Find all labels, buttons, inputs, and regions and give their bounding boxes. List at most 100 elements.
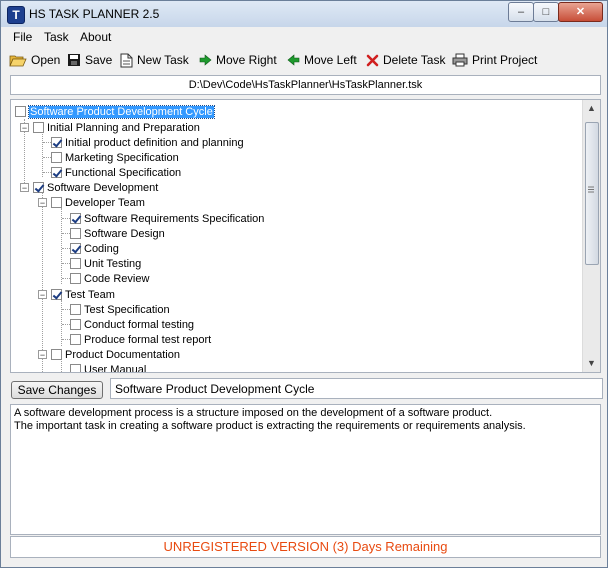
task-checkbox[interactable]	[70, 213, 81, 224]
tree-node-label: Product Documentation	[65, 348, 180, 361]
task-checkbox[interactable]	[51, 167, 62, 178]
expand-toggle[interactable]: −	[38, 290, 47, 300]
task-checkbox[interactable]	[51, 152, 62, 163]
new-task-label: New Task	[137, 53, 189, 67]
tree-node-label: Initial product definition and planning	[65, 136, 244, 149]
tree-node[interactable]: Test Specification	[70, 302, 170, 317]
tree-node[interactable]: Code Review	[70, 271, 149, 286]
scroll-up-arrow-icon[interactable]: ▲	[583, 100, 600, 117]
close-button[interactable]: ✕	[558, 2, 603, 22]
arrow-right-icon	[199, 54, 212, 66]
file-path-field: D:\Dev\Code\HsTaskPlanner\HsTaskPlanner.…	[10, 75, 601, 95]
task-checkbox[interactable]	[51, 137, 62, 148]
tree-node[interactable]: Software Requirements Specification	[70, 211, 264, 226]
move-right-button[interactable]: Move Right	[199, 51, 277, 69]
print-project-label: Print Project	[472, 53, 538, 67]
tree-connector	[42, 132, 43, 177]
save-button[interactable]: Save	[67, 51, 112, 69]
tree-node[interactable]: Marketing Specification	[51, 150, 179, 165]
task-checkbox[interactable]	[51, 197, 62, 208]
task-name-input[interactable]	[110, 378, 603, 399]
expand-toggle[interactable]: −	[38, 350, 47, 360]
tree-node-label: Software Requirements Specification	[84, 212, 265, 225]
open-button[interactable]: Open	[9, 51, 60, 69]
tree-node[interactable]: Software Development	[33, 180, 158, 195]
tree-node-label: Marketing Specification	[65, 151, 179, 164]
tree-node[interactable]: Software Product Development Cycle	[15, 104, 215, 119]
task-checkbox[interactable]	[33, 182, 44, 193]
expand-toggle[interactable]: −	[20, 123, 29, 133]
tree-node-label: Code Review	[84, 272, 150, 285]
tree-node[interactable]: Developer Team	[51, 195, 145, 210]
expand-toggle[interactable]: −	[38, 198, 47, 208]
task-checkbox[interactable]	[70, 258, 81, 269]
expand-toggle[interactable]: −	[20, 183, 29, 193]
tree-connector	[43, 157, 51, 158]
arrow-left-icon	[287, 54, 300, 66]
tree-node[interactable]: Coding	[70, 241, 119, 256]
tree-connector	[62, 339, 70, 340]
tree-node[interactable]: Initial Planning and Preparation	[33, 120, 200, 135]
scroll-down-arrow-icon[interactable]: ▼	[583, 355, 600, 372]
task-checkbox[interactable]	[51, 349, 62, 360]
move-left-label: Move Left	[304, 53, 357, 67]
tree-node[interactable]: Unit Testing	[70, 256, 141, 271]
task-checkbox[interactable]	[70, 273, 81, 284]
printer-icon	[452, 53, 468, 67]
task-checkbox[interactable]	[70, 228, 81, 239]
task-tree[interactable]: − − − − − Software Product Development C…	[10, 99, 601, 373]
app-logo-icon: T	[7, 6, 25, 24]
tree-node-label: Functional Specification	[65, 166, 182, 179]
save-changes-button[interactable]: Save Changes	[11, 381, 103, 399]
tree-connector	[62, 309, 70, 310]
tree-node[interactable]: Product Documentation	[51, 347, 180, 362]
tree-node-label: Software Product Development Cycle	[28, 104, 215, 119]
tree-scrollbar[interactable]: ▲ ▼	[582, 100, 600, 372]
toolbar: Open Save New Task Move Right Move Left …	[1, 48, 607, 72]
tree-node[interactable]: Initial product definition and planning	[51, 135, 244, 150]
title-bar[interactable]: T HS TASK PLANNER 2.5 – □ ✕	[1, 1, 607, 27]
menu-task[interactable]: Task	[44, 30, 69, 44]
floppy-disk-icon	[68, 54, 80, 66]
tree-node[interactable]: Software Design	[70, 226, 165, 241]
move-left-button[interactable]: Move Left	[287, 51, 357, 69]
tree-node-label: Developer Team	[65, 196, 145, 209]
tree-node[interactable]: User Manual	[70, 362, 146, 372]
tree-node-label: Conduct formal testing	[84, 318, 195, 331]
task-checkbox[interactable]	[51, 289, 62, 300]
new-task-button[interactable]: New Task	[120, 51, 189, 69]
delete-x-icon	[366, 54, 379, 66]
tree-node[interactable]: Produce formal test report	[70, 332, 211, 347]
tree-connector	[62, 278, 70, 279]
task-checkbox[interactable]	[70, 304, 81, 315]
description-line: A software development process is a stru…	[14, 407, 493, 419]
maximize-button[interactable]: □	[533, 2, 559, 22]
print-project-button[interactable]: Print Project	[452, 51, 537, 69]
task-checkbox[interactable]	[15, 106, 26, 117]
scroll-thumb[interactable]	[585, 122, 599, 265]
task-checkbox[interactable]	[70, 364, 81, 372]
tree-node-label: Software Development	[47, 181, 159, 194]
tree-node-label: Coding	[84, 242, 119, 255]
menu-file[interactable]: File	[13, 30, 32, 44]
delete-task-label: Delete Task	[383, 53, 446, 67]
app-window: T HS TASK PLANNER 2.5 – □ ✕ File Task Ab…	[0, 0, 608, 568]
tree-connector	[61, 361, 62, 372]
tree-connector	[61, 208, 62, 284]
task-checkbox[interactable]	[33, 122, 44, 133]
task-checkbox[interactable]	[70, 334, 81, 345]
task-checkbox[interactable]	[70, 319, 81, 330]
tree-node-label: Unit Testing	[84, 257, 142, 270]
tree-connector	[62, 218, 70, 219]
tree-node[interactable]: Conduct formal testing	[70, 317, 194, 332]
menu-bar: File Task About	[1, 28, 607, 46]
tree-node[interactable]: Test Team	[51, 287, 115, 302]
task-description-textarea[interactable]: A software development process is a stru…	[10, 404, 601, 535]
delete-task-button[interactable]: Delete Task	[366, 51, 445, 69]
description-line: The important task in creating a softwar…	[14, 420, 526, 432]
task-checkbox[interactable]	[70, 243, 81, 254]
tree-node[interactable]: Functional Specification	[51, 165, 181, 180]
menu-about[interactable]: About	[80, 30, 111, 44]
tree-connector	[43, 172, 51, 173]
minimize-button[interactable]: –	[508, 2, 534, 22]
